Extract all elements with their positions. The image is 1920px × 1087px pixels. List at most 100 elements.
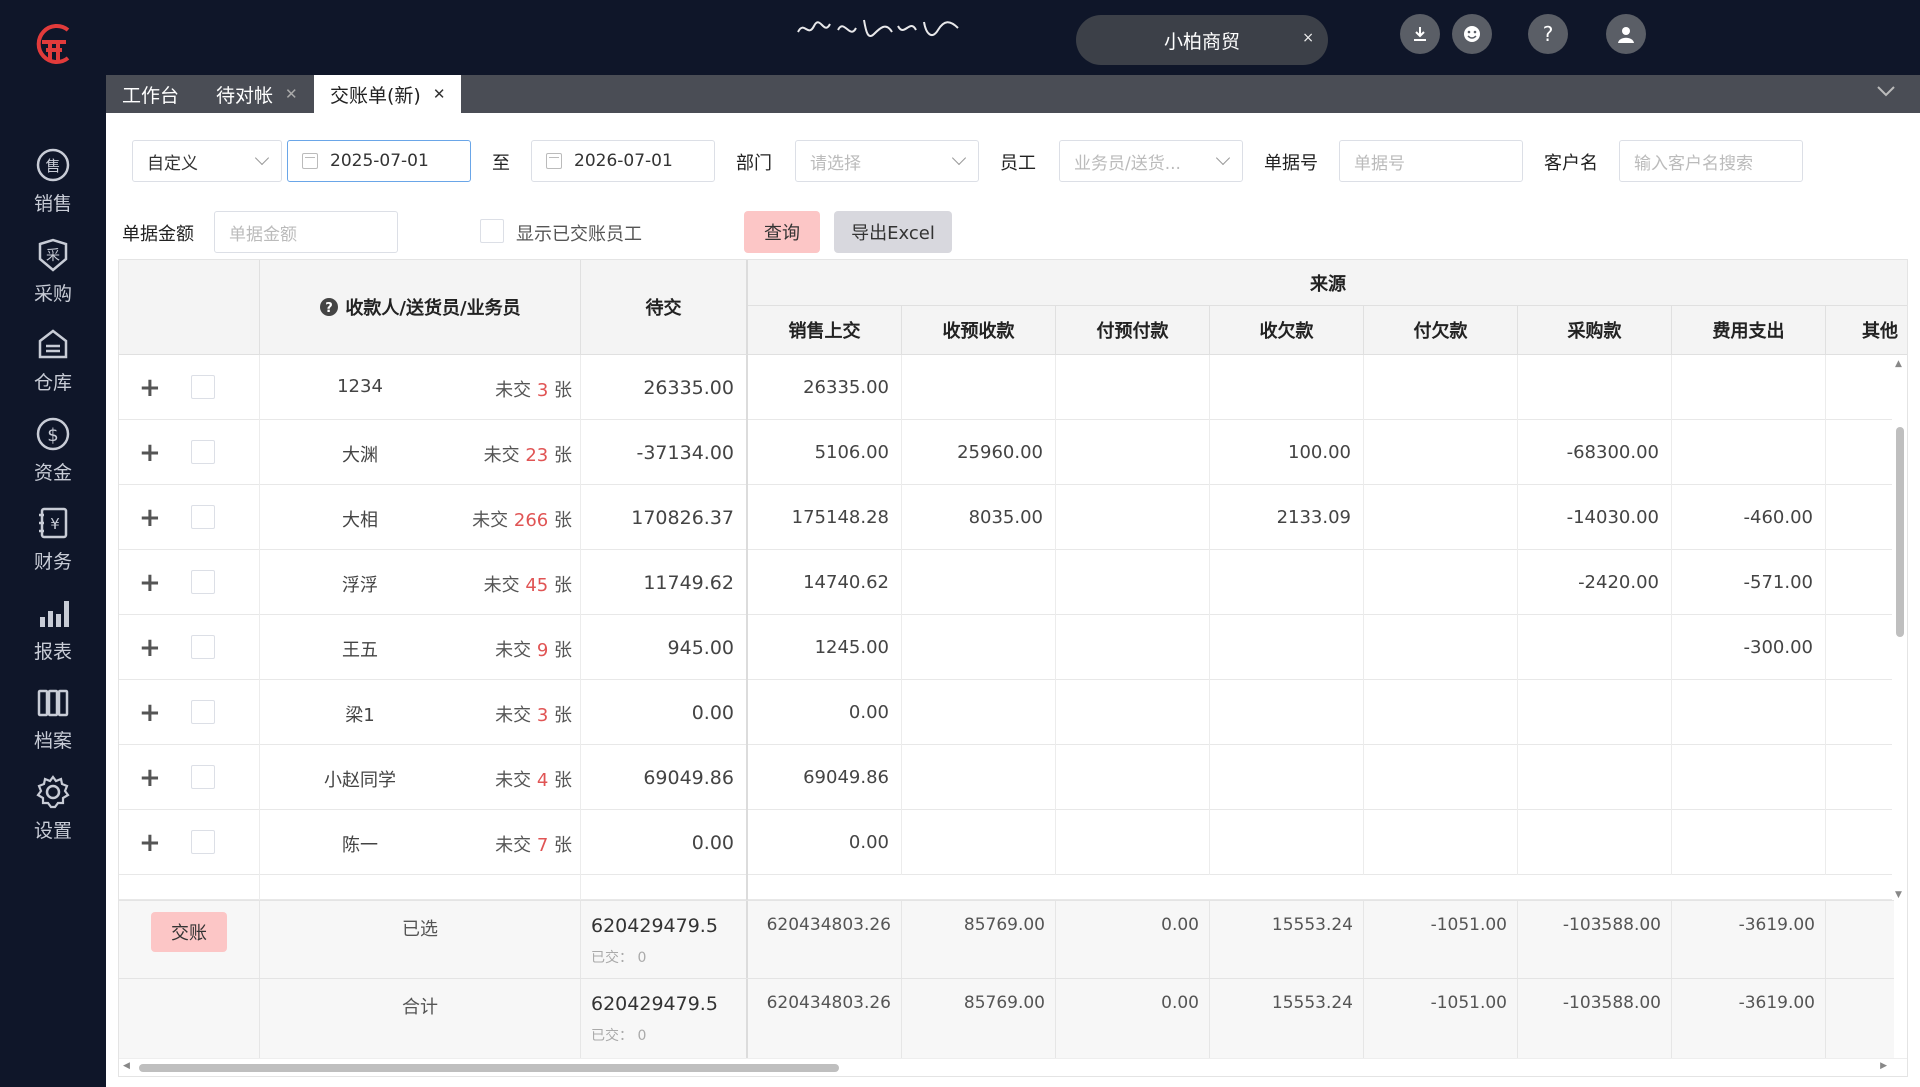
- expand-plus-icon[interactable]: +: [139, 763, 161, 793]
- warehouse-icon: [33, 324, 73, 364]
- export-excel-button[interactable]: 导出Excel: [834, 211, 952, 253]
- company-close-icon[interactable]: ×: [1302, 30, 1314, 46]
- row-checkbox[interactable]: [191, 830, 215, 854]
- tab-workbench[interactable]: 工作台: [122, 75, 179, 113]
- row-payee-name: 小赵同学: [324, 770, 396, 791]
- row-source-value: [1056, 355, 1210, 420]
- row-unpaid-count[interactable]: 未交 3 张: [495, 701, 572, 727]
- help-icon[interactable]: ?: [1528, 14, 1568, 54]
- unpaid-suffix: 张: [554, 705, 572, 726]
- row-unpaid-count[interactable]: 未交 7 张: [495, 831, 572, 857]
- tab-menu-chevron-down-icon[interactable]: [1876, 82, 1896, 103]
- row-unpaid-count[interactable]: 未交 3 张: [495, 376, 572, 402]
- bill-no-input[interactable]: 单据号: [1339, 140, 1523, 182]
- horizontal-scrollbar[interactable]: ◀ ▶: [119, 1058, 1907, 1076]
- vertical-scroll-thumb[interactable]: [1896, 427, 1904, 637]
- tab-settlement-close-icon[interactable]: ✕: [433, 85, 446, 103]
- row-checkbox[interactable]: [191, 440, 215, 464]
- tab-settlement[interactable]: 交账单(新) ✕: [314, 75, 462, 113]
- expand-plus-icon[interactable]: +: [139, 698, 161, 728]
- dept-select[interactable]: 请选择: [795, 140, 979, 182]
- row-source-value: [1364, 485, 1518, 550]
- row-unpaid-count[interactable]: 未交 45 张: [484, 571, 572, 597]
- staff-select[interactable]: 业务员/送货...: [1059, 140, 1243, 182]
- scroll-up-icon[interactable]: ▲: [1895, 359, 1902, 369]
- total-pending-cell: 620429479.5 已交： 0: [581, 979, 748, 1060]
- date-from-input[interactable]: 2025-07-01: [287, 140, 471, 182]
- table-row[interactable]: + 大渊 未交 23 张 -37134.00 5106.00 25960.00 100.…: [119, 420, 1894, 485]
- customer-search-input[interactable]: 输入客户名搜索: [1619, 140, 1803, 182]
- scroll-right-icon[interactable]: ▶: [1880, 1061, 1887, 1071]
- row-unpaid-count[interactable]: 未交 266 张: [472, 506, 572, 532]
- nav-warehouse[interactable]: 仓库: [0, 324, 106, 414]
- nav-report[interactable]: 报表: [0, 593, 106, 683]
- row-checkbox[interactable]: [191, 635, 215, 659]
- user-avatar-icon[interactable]: [1606, 14, 1646, 54]
- header-pending: 待交: [581, 260, 748, 355]
- summary-source-cell: 15553.24: [1210, 979, 1364, 1060]
- unpaid-prefix: 未交: [495, 380, 532, 401]
- nav-purchase[interactable]: 采 采购: [0, 235, 106, 325]
- total-label: 合计: [260, 979, 581, 1060]
- row-unpaid-count[interactable]: 未交 23 张: [484, 441, 572, 467]
- nav-sale[interactable]: 售 销售: [0, 145, 106, 235]
- calendar-icon: [302, 153, 318, 169]
- row-checkbox[interactable]: [191, 570, 215, 594]
- expand-plus-icon[interactable]: +: [139, 503, 161, 533]
- show-settled-checkbox[interactable]: [480, 219, 504, 243]
- row-checkbox[interactable]: [191, 700, 215, 724]
- table-row[interactable]: + 梁1 未交 3 张 0.00 0.00: [119, 680, 1894, 745]
- table-row[interactable]: + 陈一 未交 7 张 0.00 0.00: [119, 810, 1894, 875]
- row-source-value: [1210, 615, 1364, 680]
- summary-source-value: -1051.00: [1430, 993, 1507, 1013]
- row-source-value: 25960.00: [902, 420, 1056, 485]
- amount-input[interactable]: 单据金额: [214, 211, 398, 253]
- question-circle-icon[interactable]: ?: [319, 297, 339, 317]
- row-checkbox[interactable]: [191, 765, 215, 789]
- vertical-scrollbar[interactable]: ▲ ▼: [1892, 355, 1907, 900]
- sidebar: 售 销售 采 采购 仓库 $ 资金 ¥ 财务 报表 档案 设置: [0, 0, 106, 1087]
- table-row[interactable]: + 浮浮 未交 45 张 11749.62 14740.62 -2420.00 -571…: [119, 550, 1894, 615]
- row-unpaid-count[interactable]: 未交 4 张: [495, 766, 572, 792]
- expand-plus-icon[interactable]: +: [139, 373, 161, 403]
- row-unpaid-count[interactable]: 未交 9 张: [495, 636, 572, 662]
- expand-plus-icon[interactable]: +: [139, 828, 161, 858]
- company-switcher[interactable]: 小柏商贸 ×: [1076, 15, 1328, 65]
- app-logo[interactable]: [28, 20, 76, 68]
- settlement-table: ? 收款人/送货员/业务员 待交 来源 销售上交 收预收款 付预付款 收欠款 付…: [118, 259, 1908, 1077]
- table-row[interactable]: + 1234 未交 3 张 26335.00 26335.00: [119, 355, 1894, 420]
- range-type-select[interactable]: 自定义: [132, 140, 282, 182]
- nav-settings[interactable]: 设置: [0, 772, 106, 862]
- settle-button[interactable]: 交账: [151, 912, 227, 952]
- staff-placeholder: 业务员/送货...: [1074, 153, 1181, 174]
- expand-plus-icon[interactable]: +: [139, 438, 161, 468]
- chevron-down-icon: [254, 150, 270, 166]
- tab-reconcile[interactable]: 待对帐 ✕: [216, 75, 298, 113]
- download-icon[interactable]: [1400, 14, 1440, 54]
- row-source-value: [1672, 810, 1826, 875]
- nav-finance[interactable]: ¥ 财务: [0, 503, 106, 593]
- row-source-value: 1245.00: [748, 615, 902, 680]
- expand-plus-icon[interactable]: +: [139, 568, 161, 598]
- table-row[interactable]: + 大相 未交 266 张 170826.37 175148.28 8035.00 21…: [119, 485, 1894, 550]
- table-row[interactable]: [119, 875, 1894, 900]
- row-source-value: [1056, 485, 1210, 550]
- summary-source-cell: -1051.00: [1364, 901, 1518, 978]
- smile-icon[interactable]: [1452, 14, 1492, 54]
- row-source-value: [1672, 355, 1826, 420]
- table-row[interactable]: + 王五 未交 9 张 945.00 1245.00 -300.00: [119, 615, 1894, 680]
- table-row[interactable]: + 小赵同学 未交 4 张 69049.86 69049.86: [119, 745, 1894, 810]
- row-checkbox[interactable]: [191, 375, 215, 399]
- nav-fund[interactable]: $ 资金: [0, 414, 106, 504]
- row-checkbox[interactable]: [191, 505, 215, 529]
- nav-archive[interactable]: 档案: [0, 682, 106, 772]
- unpaid-prefix: 未交: [495, 770, 532, 791]
- horizontal-scroll-thumb[interactable]: [139, 1064, 839, 1072]
- query-button[interactable]: 查询: [744, 211, 820, 253]
- row-other-value: [1826, 355, 1894, 420]
- expand-plus-icon[interactable]: +: [139, 633, 161, 663]
- scroll-down-icon[interactable]: ▼: [1895, 890, 1902, 900]
- tab-reconcile-close-icon[interactable]: ✕: [285, 85, 298, 103]
- scroll-left-icon[interactable]: ◀: [123, 1061, 130, 1071]
- date-to-input[interactable]: 2026-07-01: [531, 140, 715, 182]
